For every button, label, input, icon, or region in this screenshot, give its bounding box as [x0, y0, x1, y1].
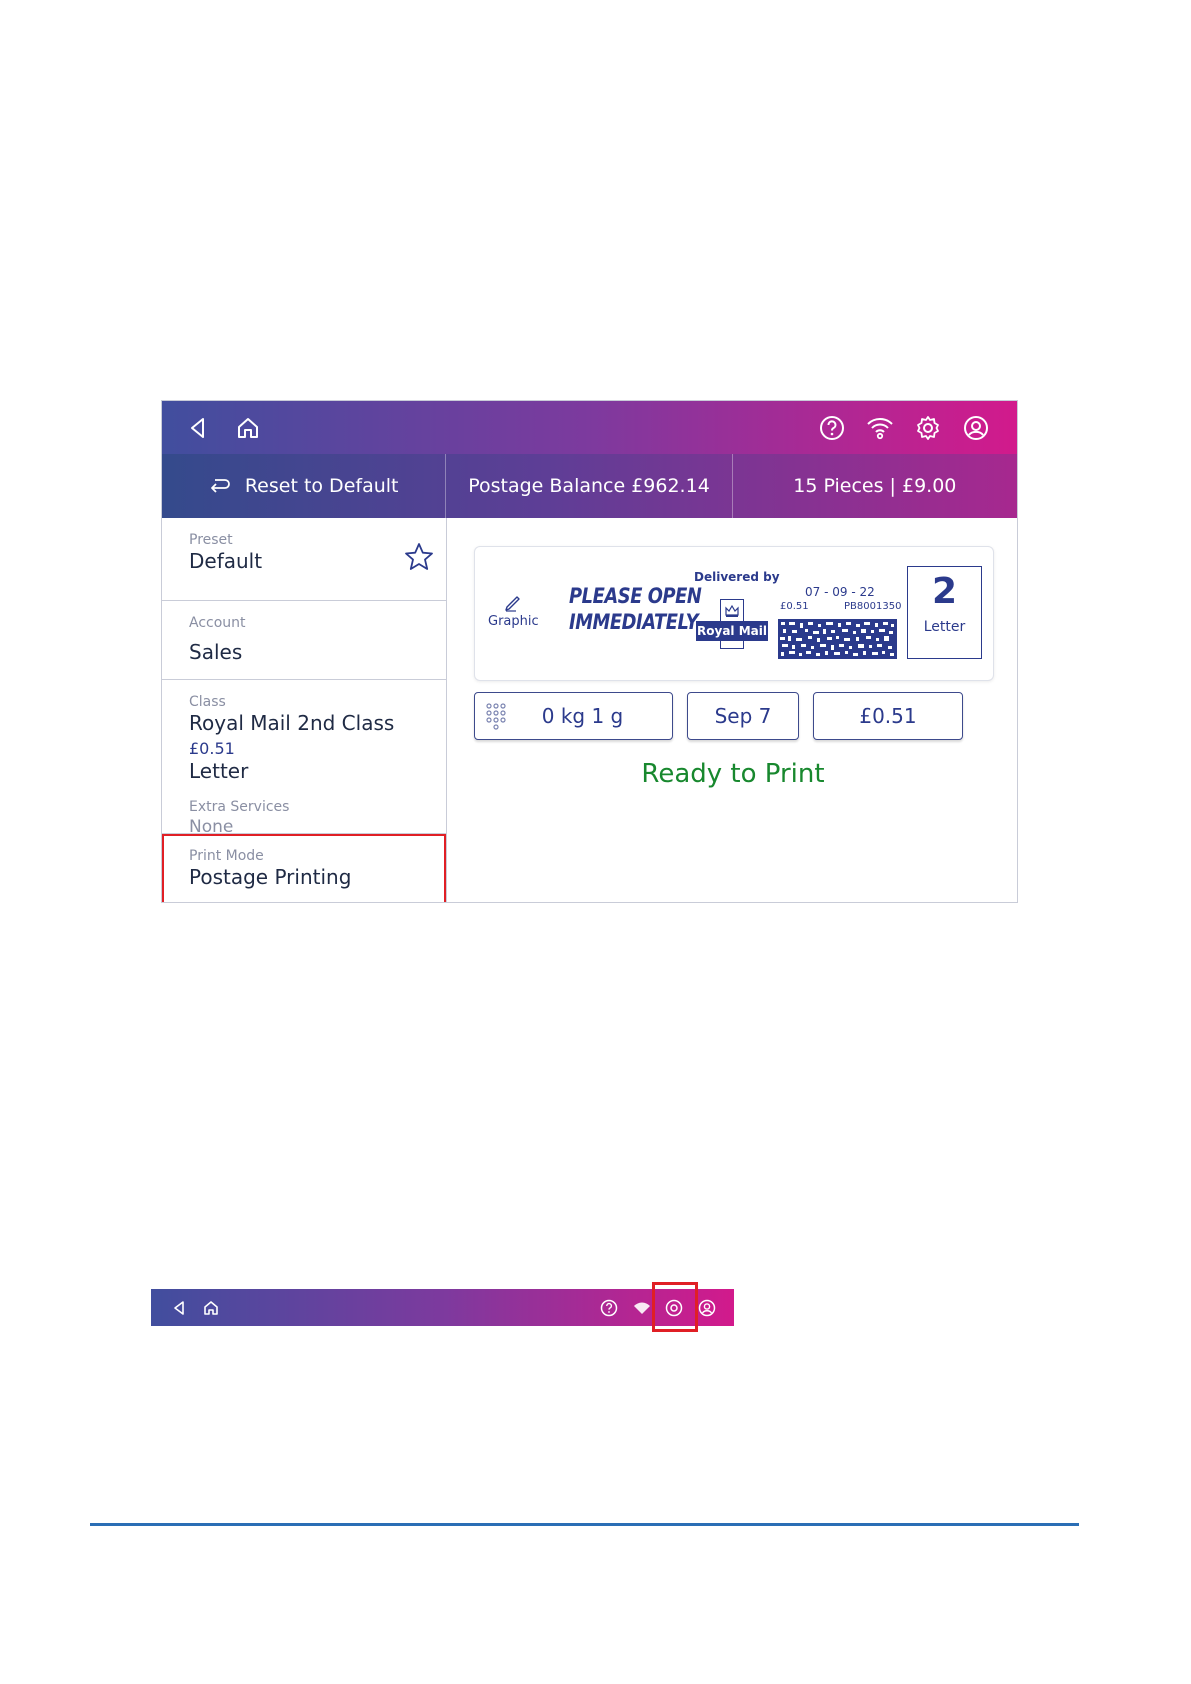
stamp-amount: £0.51 [780, 601, 809, 612]
home-icon[interactable] [230, 401, 266, 454]
endorsement-line-2: IMMEDIATELY [569, 610, 699, 634]
class-value: Royal Mail 2nd Class [189, 711, 395, 735]
account-caption: Account [189, 615, 246, 631]
extra-services-caption: Extra Services [189, 799, 290, 815]
status-bar: Reset to Default Postage Balance £962.14… [162, 454, 1017, 518]
print-mode-value: Postage Printing [189, 865, 352, 889]
account-icon[interactable] [958, 401, 994, 454]
weight-value: 0 kg 1 g [541, 704, 624, 728]
price-button[interactable]: £0.51 [813, 692, 963, 740]
print-mode-caption: Print Mode [189, 848, 264, 864]
pieces-summary[interactable]: 15 Pieces | £9.00 [733, 454, 1017, 518]
royal-mail-wordmark: Royal Mail [696, 621, 768, 641]
pieces-summary-label: 15 Pieces | £9.00 [793, 475, 957, 497]
star-icon[interactable] [404, 542, 434, 576]
postage-screen: Reset to Default Postage Balance £962.14… [161, 400, 1018, 903]
logo-frame [720, 641, 744, 649]
graphic-button[interactable]: Graphic [488, 592, 539, 629]
date-button[interactable]: Sep 7 [687, 692, 799, 740]
back-icon-small[interactable] [168, 1289, 190, 1326]
data-matrix-barcode [778, 619, 897, 659]
endorsement-text: PLEASE OPEN IMMEDIATELY [569, 583, 702, 635]
help-icon[interactable] [814, 401, 850, 454]
date-value: Sep 7 [714, 704, 772, 728]
top-navigation-bar [162, 401, 1017, 454]
pencil-icon [505, 596, 520, 612]
class-price: £0.51 [189, 739, 235, 758]
postage-balance-label: Postage Balance £962.14 [468, 475, 710, 497]
print-mode-section[interactable]: Print Mode Postage Printing [162, 834, 446, 902]
reset-label: Reset to Default [244, 475, 399, 497]
settings-icon[interactable] [910, 401, 946, 454]
stamp-date: 07 - 09 - 22 [805, 585, 875, 599]
royal-mail-logo: Royal Mail [696, 599, 768, 649]
piece-count-box[interactable]: 2 Letter [907, 566, 982, 659]
ready-status: Ready to Print [641, 759, 825, 789]
reset-to-default-button[interactable]: Reset to Default [162, 454, 447, 518]
preset-section[interactable]: Preset Default [162, 518, 446, 601]
back-icon[interactable] [180, 401, 216, 454]
postage-balance[interactable]: Postage Balance £962.14 [446, 454, 733, 518]
preview-panel: Graphic PLEASE OPEN IMMEDIATELY Delivere… [447, 518, 1017, 902]
account-icon-small[interactable] [696, 1289, 718, 1326]
piece-count-label: Letter [923, 619, 966, 635]
price-value: £0.51 [859, 704, 917, 728]
page-divider [90, 1523, 1079, 1526]
class-section[interactable]: Class Royal Mail 2nd Class £0.51 Letter … [162, 680, 446, 837]
stamp-code: PB8001350 [844, 601, 902, 612]
piece-count-number: 2 [931, 571, 958, 612]
crown-icon [720, 599, 744, 621]
account-section[interactable]: Account Sales [162, 601, 446, 680]
settings-panel: Preset Default Account Sales Class Royal… [162, 518, 447, 902]
postage-preview: Graphic PLEASE OPEN IMMEDIATELY Delivere… [474, 546, 994, 681]
help-icon-small[interactable] [598, 1289, 620, 1326]
keypad-icon [486, 703, 506, 730]
reset-icon [209, 477, 231, 495]
delivered-by-label: Delivered by [694, 570, 780, 584]
account-value: Sales [189, 640, 243, 664]
weight-button[interactable]: 0 kg 1 g [474, 692, 673, 740]
wifi-icon-small[interactable] [631, 1289, 653, 1326]
toolbar-detail [151, 1289, 734, 1326]
home-icon-small[interactable] [200, 1289, 222, 1326]
class-value-letter: Letter [189, 759, 249, 783]
class-caption: Class [189, 694, 226, 710]
settings-highlight-box [652, 1282, 698, 1332]
endorsement-line-1: PLEASE OPEN [569, 584, 702, 608]
wifi-icon[interactable] [862, 401, 898, 454]
graphic-label: Graphic [488, 614, 539, 629]
class-line: Royal Mail 2nd Class £0.51 [189, 711, 446, 759]
